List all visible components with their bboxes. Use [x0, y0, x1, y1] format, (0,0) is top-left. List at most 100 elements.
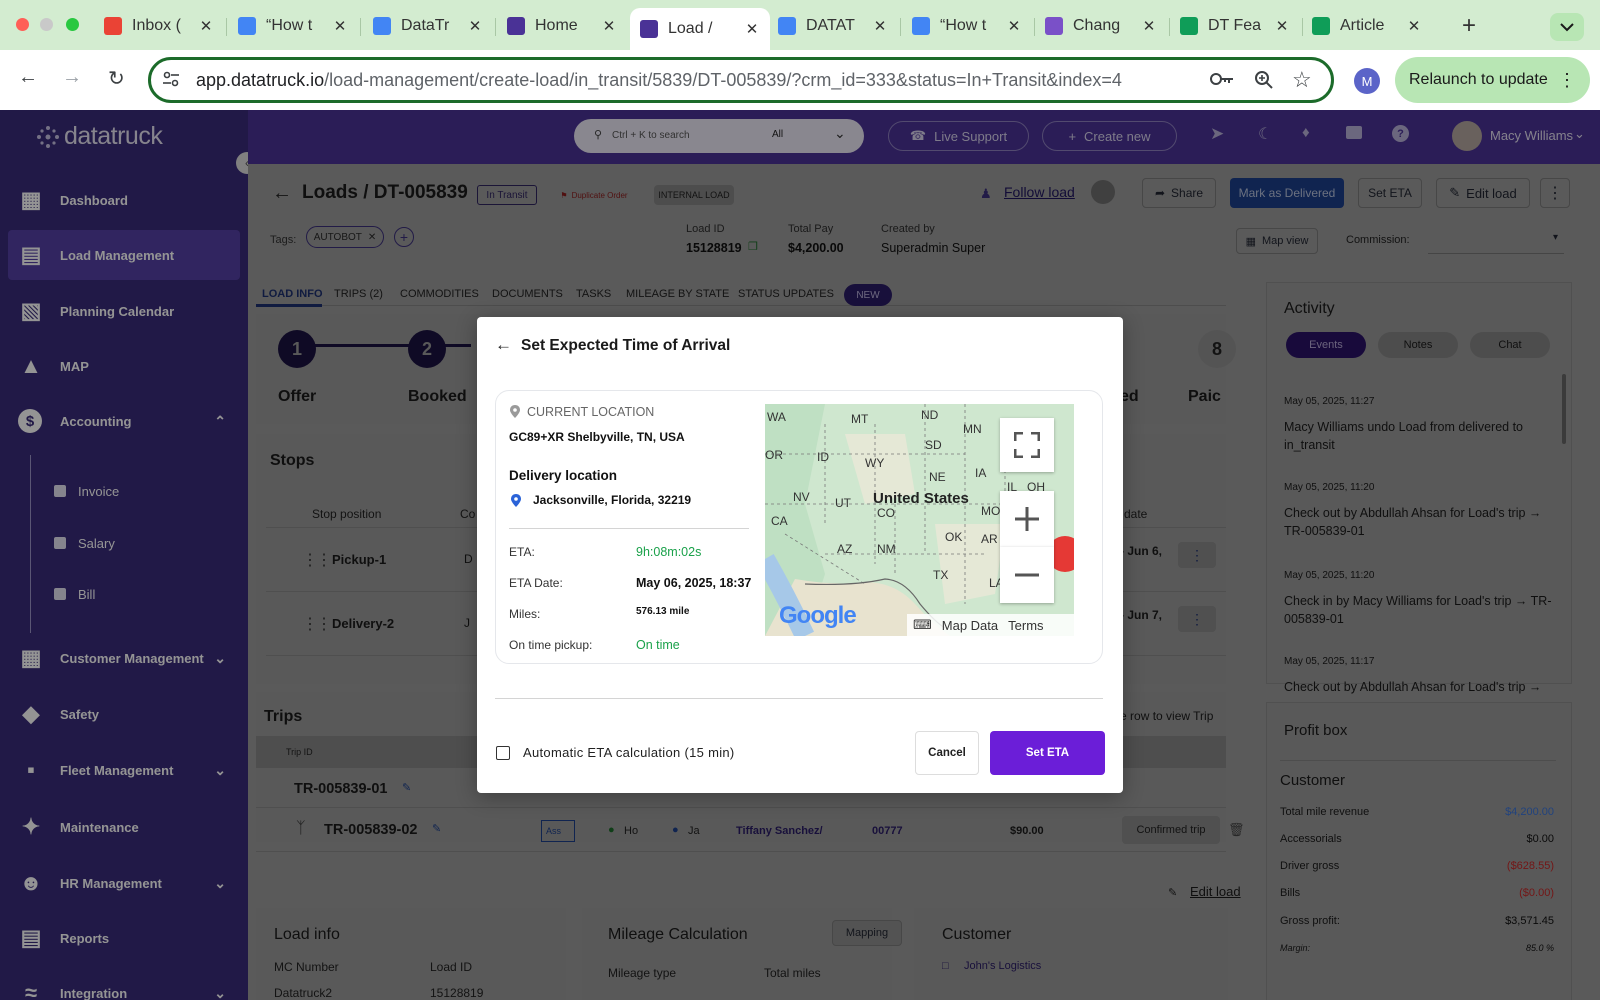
app-logo-icon [640, 20, 658, 38]
auto-eta-checkbox[interactable] [496, 746, 510, 760]
close-tab-icon[interactable]: ✕ [1406, 17, 1422, 35]
map-state-label: OR [765, 448, 783, 462]
fullscreen-icon [1014, 432, 1040, 458]
browser-tab[interactable]: Home ✕ [497, 10, 627, 42]
browser-tab[interactable]: “How t ✕ [228, 10, 358, 42]
browser-tab[interactable]: Load / ✕ [630, 8, 770, 50]
docs-icon [238, 17, 256, 35]
profile-avatar[interactable]: M [1354, 68, 1380, 94]
zoom-out-button[interactable] [1000, 547, 1054, 603]
map-state-label: OK [945, 530, 963, 544]
close-tab-icon[interactable]: ✕ [198, 17, 214, 35]
chevron-down-icon [1560, 22, 1574, 31]
url-text[interactable]: app.datatruck.io/load-management/create-… [196, 70, 1122, 91]
bookmark-star-icon[interactable]: ☆ [1292, 67, 1312, 93]
sheets-icon [1180, 17, 1198, 35]
google-logo: Google [779, 602, 857, 629]
current-location-label: CURRENT LOCATION [527, 405, 655, 419]
close-tab-icon[interactable]: ✕ [1006, 17, 1022, 35]
close-tab-icon[interactable]: ✕ [872, 17, 888, 35]
divider [509, 528, 749, 529]
map-state-label: NV [793, 490, 810, 504]
divider [495, 698, 1103, 699]
on-time-pickup-value: On time [636, 638, 680, 652]
password-key-icon[interactable] [1210, 71, 1234, 90]
eta-date-label: ETA Date: [509, 576, 563, 590]
maximize-window-button[interactable] [66, 18, 79, 31]
close-tab-icon[interactable]: ✕ [332, 17, 348, 35]
fullscreen-button[interactable] [1000, 418, 1054, 472]
modal-title: Set Expected Time of Arrival [521, 337, 731, 354]
map-state-label: TX [933, 568, 949, 582]
browser-tab[interactable]: DT Fea ✕ [1170, 10, 1300, 42]
browser-tab[interactable]: Article ✕ [1302, 10, 1432, 42]
map-state-label: ND [921, 408, 939, 422]
map-state-label: UT [835, 496, 851, 510]
gmail-icon [104, 17, 122, 35]
close-tab-icon[interactable]: ✕ [601, 17, 617, 35]
close-window-button[interactable] [16, 18, 29, 31]
eta-label: ETA: [509, 545, 535, 559]
docs-icon [778, 17, 796, 35]
browser-tab-title: DataTr [401, 17, 450, 34]
map-state-label: NE [929, 470, 946, 484]
close-tab-icon[interactable]: ✕ [1274, 17, 1290, 35]
delivery-location-value: Jacksonville, Florida, 32219 [533, 493, 692, 507]
map-state-label: CA [771, 514, 788, 528]
zoom-icon[interactable] [1254, 70, 1274, 93]
location-pin-icon [511, 494, 521, 510]
current-location-value: GC89+XR Shelbyville, TN, USA [509, 430, 685, 444]
app-logo-icon [1045, 17, 1063, 35]
map-state-label: WY [865, 456, 885, 470]
cancel-button[interactable]: Cancel [915, 731, 979, 775]
docs-icon [912, 17, 930, 35]
map-state-label: SD [925, 438, 942, 452]
zoom-in-button[interactable] [1000, 491, 1054, 547]
sheets-icon [1312, 17, 1330, 35]
location-pin-icon [510, 405, 520, 421]
on-time-pickup-label: On time pickup: [509, 638, 593, 652]
browser-tab[interactable]: DATAT ✕ [768, 10, 898, 42]
map-state-label: MN [963, 422, 982, 436]
browser-tab-title: Chang [1073, 17, 1121, 34]
new-tab-button[interactable]: + [1462, 12, 1476, 40]
tab-separator [360, 18, 361, 36]
browser-tab-title: Load / [668, 20, 713, 37]
close-tab-icon[interactable]: ✕ [744, 20, 760, 38]
site-info-icon[interactable] [162, 70, 180, 91]
close-tab-icon[interactable]: ✕ [467, 17, 483, 35]
map-data-link[interactable]: Map Data [942, 618, 998, 633]
auto-eta-label[interactable]: Automatic ETA calculation (15 min) [523, 745, 735, 760]
tab-search-button[interactable] [1550, 13, 1584, 41]
eta-date-value: May 06, 2025, 18:37 [636, 576, 752, 590]
browser-tab[interactable]: “How t ✕ [902, 10, 1032, 42]
tab-separator [495, 18, 496, 36]
keyboard-icon[interactable]: ⌨ [913, 617, 932, 633]
relaunch-button[interactable]: Relaunch to update ⋮ [1395, 57, 1590, 103]
set-eta-button[interactable]: Set ETA [990, 731, 1105, 775]
map-attribution: ⌨ Map Data Terms [907, 614, 1074, 636]
minimize-window-button[interactable] [40, 18, 53, 31]
back-button[interactable]: ← [18, 66, 38, 89]
eta-value: 9h:08m:02s [636, 545, 702, 559]
browser-tab[interactable]: Inbox (✕ [94, 10, 224, 42]
reload-button[interactable]: ↻ [108, 66, 125, 91]
browser-tab[interactable]: Chang ✕ [1035, 10, 1167, 42]
minus-icon [1015, 573, 1039, 577]
back-arrow-icon[interactable]: ← [495, 335, 512, 355]
tab-separator [226, 18, 227, 36]
app-logo-icon [507, 17, 525, 35]
set-eta-modal: ← Set Expected Time of Arrival CURRENT L… [477, 317, 1123, 793]
eta-map[interactable]: WA MT ND MN OR ID SD WY NE IA IL OH NV UT CO MO CA AZ NM OK… [765, 404, 1074, 636]
relaunch-label: Relaunch to update [1409, 71, 1548, 88]
browser-tab-title: “How t [266, 17, 313, 34]
miles-label: Miles: [509, 607, 541, 621]
map-state-label: NM [877, 542, 896, 556]
map-terms-link[interactable]: Terms [1008, 618, 1043, 633]
map-state-label: MT [851, 412, 869, 426]
forward-button[interactable]: → [62, 66, 82, 89]
tab-separator [900, 18, 901, 36]
browser-tab[interactable]: DataTr ✕ [363, 10, 493, 42]
close-tab-icon[interactable]: ✕ [1141, 17, 1157, 35]
map-state-label: ID [817, 450, 829, 464]
